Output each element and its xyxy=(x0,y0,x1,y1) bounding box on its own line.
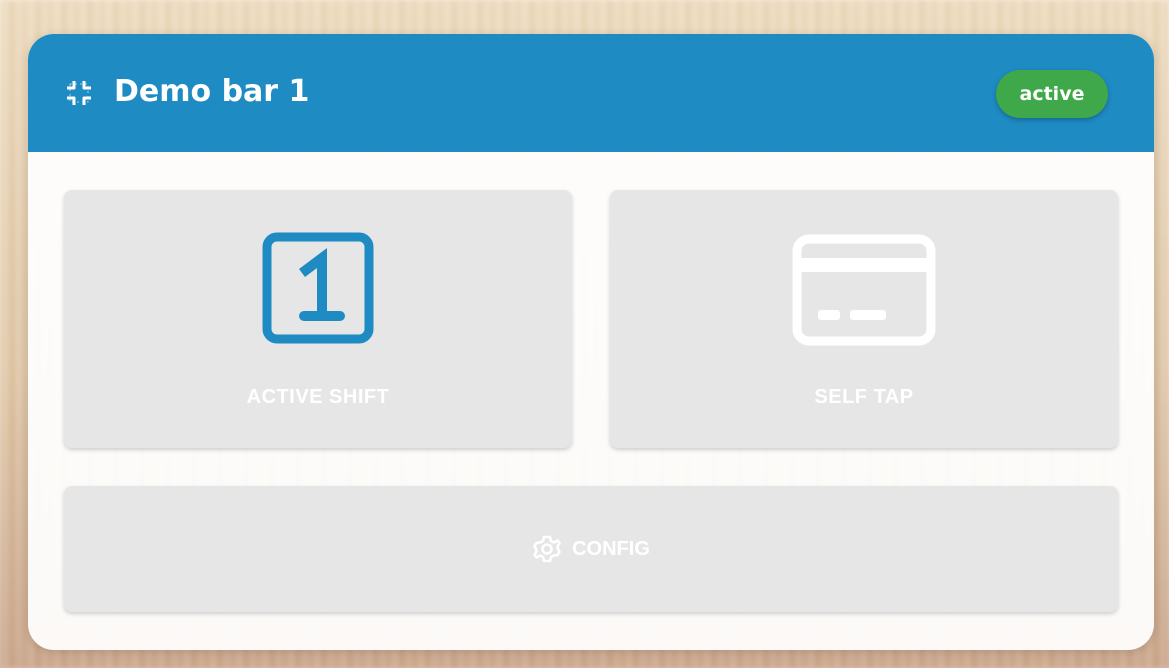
page-title: Demo bar 1 xyxy=(114,74,310,109)
active-shift-label: ACTIVE SHIFT xyxy=(246,386,390,408)
card-header: Demo bar 1 active xyxy=(28,34,1154,152)
self-tap-button[interactable]: SELF TAP xyxy=(610,190,1118,448)
active-shift-button[interactable]: ACTIVE SHIFT xyxy=(64,190,572,448)
status-badge: active xyxy=(996,70,1108,118)
config-button[interactable]: CONFIG xyxy=(64,486,1118,612)
credit-card-icon xyxy=(792,234,936,346)
numeric-1-box-icon xyxy=(262,232,374,344)
self-tap-label: SELF TAP xyxy=(814,386,914,408)
fullscreen-exit-icon xyxy=(67,81,91,105)
config-content: CONFIG xyxy=(64,486,1118,612)
config-label: CONFIG xyxy=(572,537,650,560)
gear-icon xyxy=(533,535,561,563)
bar-card: Demo bar 1 active ACTIVE SHIFT SELF TAP xyxy=(28,34,1154,650)
